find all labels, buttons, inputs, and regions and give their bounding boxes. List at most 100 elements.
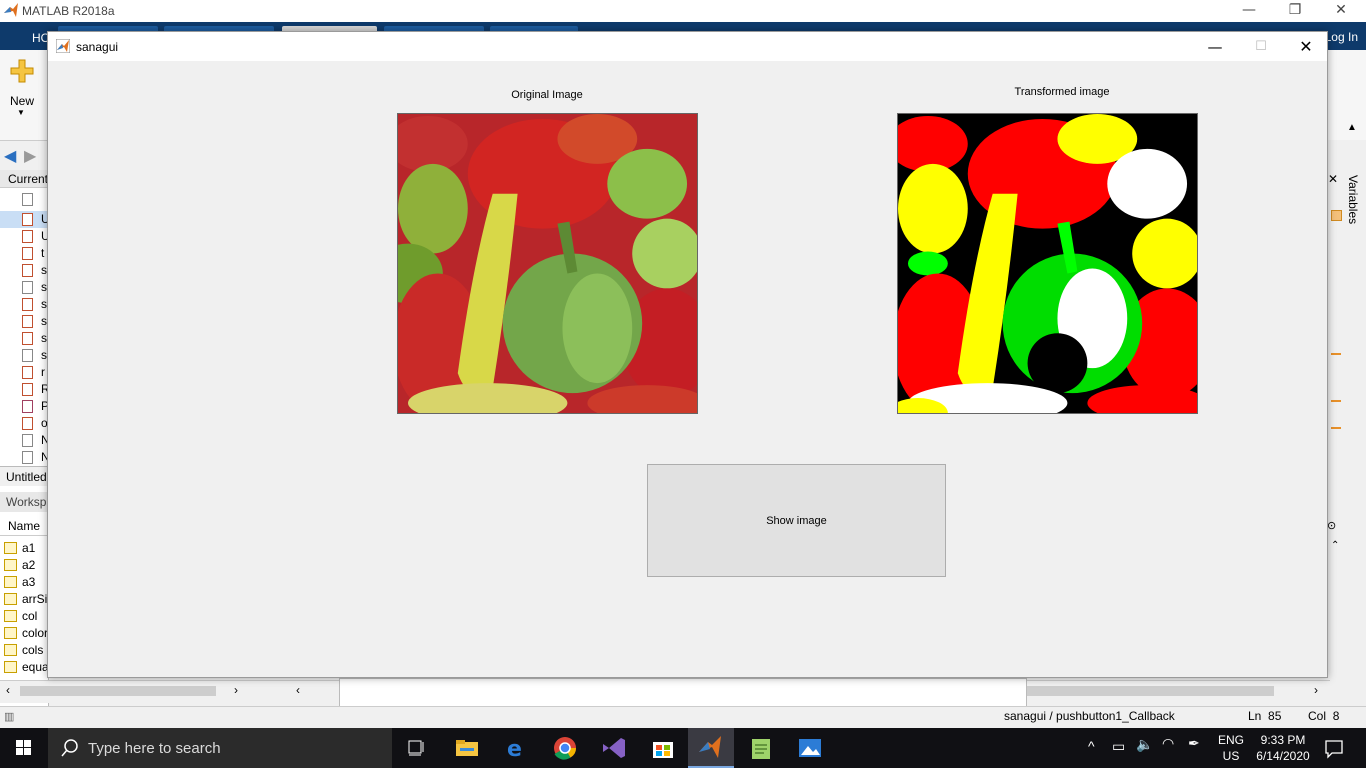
status-line: Ln 85 bbox=[1248, 709, 1281, 723]
code-analyzer-mark[interactable] bbox=[1331, 353, 1341, 355]
matlab-minimize-button[interactable]: — bbox=[1226, 0, 1272, 22]
list-item[interactable]: N bbox=[0, 449, 50, 466]
variable-icon bbox=[4, 559, 17, 571]
list-item[interactable]: U bbox=[0, 211, 50, 228]
scroll-up-icon[interactable]: ▲ bbox=[1347, 122, 1357, 133]
notepad-icon[interactable] bbox=[744, 734, 778, 762]
table-row[interactable]: cols bbox=[0, 642, 48, 659]
edge-icon[interactable]: e bbox=[499, 734, 533, 762]
task-view-icon[interactable] bbox=[400, 734, 434, 762]
table-row[interactable]: a1 bbox=[0, 540, 48, 557]
minimize-button[interactable]: — bbox=[1192, 34, 1238, 60]
scrollbar-thumb[interactable] bbox=[1024, 686, 1274, 696]
list-item[interactable]: N bbox=[0, 432, 50, 449]
list-item[interactable]: s bbox=[0, 262, 48, 279]
image-file-icon bbox=[22, 400, 33, 413]
list-item[interactable]: s bbox=[0, 279, 48, 296]
scroll-right-icon[interactable]: › bbox=[234, 683, 238, 697]
table-row[interactable]: equa bbox=[0, 659, 49, 676]
mfile-icon bbox=[22, 213, 33, 226]
fig-file-icon bbox=[22, 264, 33, 277]
matlab-restore-button[interactable]: ❐ bbox=[1272, 0, 1318, 22]
variable-icon bbox=[4, 610, 17, 622]
col-value: 8 bbox=[1332, 709, 1340, 723]
new-plus-icon[interactable] bbox=[9, 58, 35, 84]
windows-taskbar: Type here to search e ^ ▭ 🔈 ◠ ✒ ENG US 9:… bbox=[0, 728, 1366, 768]
transformed-image-title: Transformed image bbox=[1014, 86, 1110, 98]
code-analyzer-mark[interactable] bbox=[1331, 427, 1341, 429]
col-label: Col bbox=[1308, 709, 1327, 723]
list-item[interactable]: P bbox=[0, 398, 49, 415]
table-row[interactable]: a2 bbox=[0, 557, 48, 574]
taskbar-matlab-active[interactable] bbox=[688, 728, 734, 768]
volume-icon[interactable]: 🔈 bbox=[1136, 737, 1153, 753]
list-item[interactable] bbox=[0, 191, 48, 208]
warning-marker[interactable] bbox=[1331, 210, 1342, 221]
list-item[interactable]: t bbox=[0, 245, 48, 262]
windows-start-icon[interactable] bbox=[0, 728, 48, 768]
close-button[interactable]: ✕ bbox=[1283, 34, 1329, 60]
wifi-icon[interactable]: ◠ bbox=[1162, 736, 1174, 752]
list-item[interactable]: r bbox=[0, 364, 48, 381]
scroll-left-icon[interactable]: ‹ bbox=[296, 683, 300, 697]
photos-icon[interactable] bbox=[793, 734, 827, 762]
mfile-icon bbox=[22, 230, 33, 243]
list-item[interactable]: U bbox=[0, 228, 50, 245]
untitled-editor-tab[interactable]: Untitled bbox=[0, 466, 48, 486]
taskbar-search-box[interactable]: Type here to search bbox=[48, 728, 392, 768]
matlab-logo-icon bbox=[56, 39, 70, 53]
maximize-button[interactable]: ☐ bbox=[1238, 34, 1284, 60]
variable-icon bbox=[4, 661, 17, 673]
forward-arrow-icon[interactable]: ▶ bbox=[24, 146, 36, 166]
code-analyzer-mark[interactable] bbox=[1331, 400, 1341, 402]
table-row[interactable]: a3 bbox=[0, 574, 48, 591]
notification-icon[interactable] bbox=[1320, 736, 1348, 760]
microsoft-store-icon[interactable] bbox=[646, 734, 680, 762]
list-item[interactable]: s bbox=[0, 313, 48, 330]
file-explorer-icon[interactable] bbox=[450, 734, 484, 762]
scrollbar-thumb[interactable] bbox=[20, 686, 216, 696]
table-row[interactable]: color bbox=[0, 625, 48, 642]
fig-file-icon bbox=[22, 298, 33, 311]
chevron-up-icon[interactable]: ^ bbox=[1088, 738, 1095, 754]
search-icon bbox=[61, 739, 78, 757]
scroll-right-icon[interactable]: › bbox=[1314, 683, 1318, 697]
clock[interactable]: 9:33 PM 6/14/2020 bbox=[1252, 732, 1314, 764]
variable-icon bbox=[4, 576, 17, 588]
new-button-label[interactable]: New bbox=[10, 94, 34, 108]
list-item[interactable]: R bbox=[0, 381, 50, 398]
mfile-icon bbox=[22, 247, 33, 260]
dropdown-circle-icon[interactable]: ⊙ bbox=[1327, 519, 1336, 532]
mfile-icon bbox=[22, 417, 33, 430]
workspace-name-column[interactable]: Name ↑ bbox=[0, 516, 48, 553]
list-item[interactable]: o bbox=[0, 415, 48, 432]
list-item[interactable]: s bbox=[0, 330, 48, 347]
figure-title: sanagui bbox=[76, 40, 119, 54]
variables-tab[interactable]: Variables bbox=[1346, 175, 1360, 224]
scroll-left-icon[interactable]: ‹ bbox=[6, 683, 10, 697]
visual-studio-icon[interactable] bbox=[597, 734, 631, 762]
table-row[interactable]: arrSi bbox=[0, 591, 48, 608]
table-row[interactable]: col bbox=[0, 608, 48, 625]
matlab-title-bar: MATLAB R2018a — ❐ ✕ bbox=[0, 0, 1366, 22]
back-arrow-icon[interactable]: ◀ bbox=[4, 146, 16, 166]
status-column: Col 8 bbox=[1308, 709, 1339, 723]
file-icon bbox=[22, 281, 33, 294]
login-link[interactable]: Log In bbox=[1325, 30, 1358, 44]
chrome-icon[interactable] bbox=[548, 734, 582, 762]
variable-icon bbox=[4, 542, 17, 554]
language-indicator[interactable]: ENG US bbox=[1218, 732, 1244, 764]
chevron-up-icon[interactable]: ⌃ bbox=[1331, 540, 1339, 551]
chevron-down-icon[interactable]: ▼ bbox=[17, 108, 25, 117]
status-function-name: sanagui / pushbutton1_Callback bbox=[1004, 709, 1175, 723]
list-item[interactable]: s bbox=[0, 347, 48, 364]
tab-home[interactable]: HO bbox=[0, 26, 50, 50]
pen-icon[interactable]: ✒ bbox=[1188, 736, 1200, 752]
matlab-close-button[interactable]: ✕ bbox=[1318, 0, 1364, 22]
close-icon[interactable]: ✕ bbox=[1328, 172, 1338, 186]
region-label: US bbox=[1222, 749, 1240, 763]
search-placeholder: Type here to search bbox=[88, 740, 221, 757]
list-item[interactable]: s bbox=[0, 296, 48, 313]
show-image-button[interactable]: Show image bbox=[647, 464, 946, 577]
battery-icon[interactable]: ▭ bbox=[1112, 738, 1125, 755]
